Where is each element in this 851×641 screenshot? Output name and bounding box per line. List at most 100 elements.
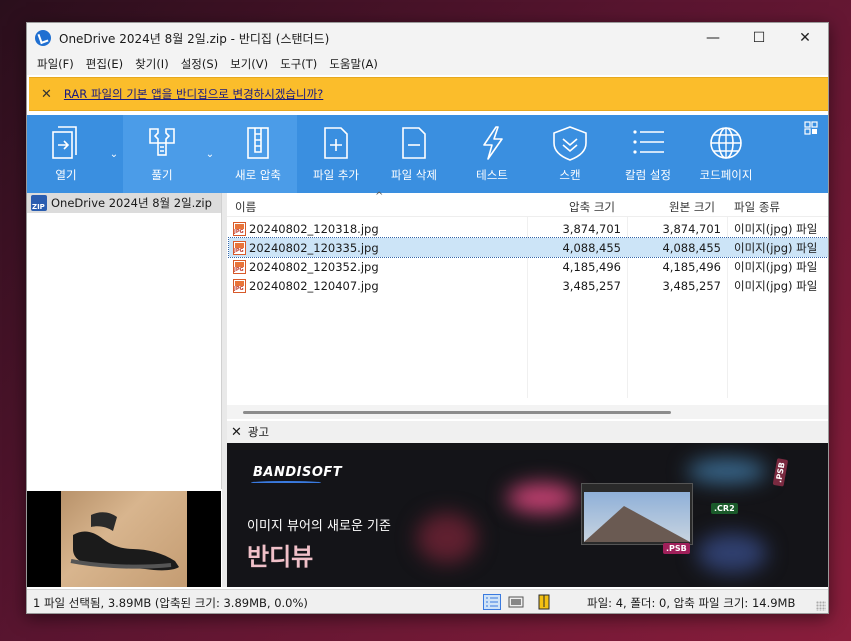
new-archive-button[interactable]: 새로 압축	[219, 115, 297, 193]
open-button[interactable]: 열기	[27, 115, 105, 193]
lightning-icon	[483, 126, 503, 160]
extract-label: 풀기	[151, 168, 173, 182]
codepage-button[interactable]: 코드페이지	[687, 115, 765, 193]
add-file-label: 파일 추가	[313, 168, 359, 182]
layout-grid-icon[interactable]	[804, 121, 818, 135]
file-type-cell: 이미지(jpg) 파일	[734, 259, 818, 274]
ad-close-icon[interactable]: ✕	[231, 425, 242, 440]
bandisoft-logo: BANDISOFT	[253, 465, 343, 480]
add-file-button[interactable]: 파일 추가	[297, 115, 375, 193]
file-list: ^ 이름 압축 크기 원본 크기 파일 종류 JPG 20240802_12031…	[227, 191, 828, 408]
test-label: 테스트	[476, 168, 508, 182]
maximize-button[interactable]: ☐	[736, 23, 782, 53]
jpg-file-icon: JPG	[233, 259, 246, 274]
open-icon	[52, 126, 77, 159]
ad-banner[interactable]: BANDISOFT 이미지 뷰어의 새로운 기준 반디뷰 .PSB .CR2 .…	[227, 443, 828, 587]
ad-header: ✕ 광고	[227, 421, 828, 443]
delete-file-button[interactable]: 파일 삭제	[375, 115, 453, 193]
file-list-header: ^ 이름 압축 크기 원본 크기 파일 종류	[227, 191, 828, 217]
test-button[interactable]: 테스트	[453, 115, 531, 193]
jpg-file-icon: JPG	[233, 278, 246, 293]
open-label: 열기	[55, 168, 77, 182]
file-name-cell: 20240802_120407.jpg	[249, 278, 379, 293]
table-row[interactable]: JPG 20240802_120352.jpg 4,185,496 4,185,496…	[229, 257, 828, 276]
menu-find[interactable]: 찾기(I)	[129, 56, 175, 72]
menu-settings[interactable]: 설정(S)	[175, 56, 224, 72]
ad-tagline: 이미지 뷰어의 새로운 기준	[247, 519, 391, 534]
menu-edit[interactable]: 편집(E)	[80, 56, 129, 72]
original-size-cell: 3,485,257	[662, 278, 721, 293]
notice-close-icon[interactable]: ✕	[41, 87, 52, 102]
column-settings-button[interactable]: 칼럼 설정	[609, 115, 687, 193]
file-name-cell: 20240802_120318.jpg	[249, 221, 379, 236]
delete-file-label: 파일 삭제	[391, 168, 437, 182]
preview-view-icon[interactable]	[507, 594, 525, 610]
column-header-file-type[interactable]: 파일 종류	[734, 199, 780, 215]
file-type-cell: 이미지(jpg) 파일	[734, 240, 818, 255]
file-type-cell: 이미지(jpg) 파일	[734, 221, 818, 236]
app-window: OneDrive 2024년 8월 2일.zip - 반디집 (스탠더드) — …	[26, 22, 829, 614]
menu-tools[interactable]: 도구(T)	[274, 56, 323, 72]
extract-dropdown-chevron-icon[interactable]: ⌄	[201, 115, 219, 193]
ad-decor-blur	[697, 533, 767, 573]
packed-size-cell: 4,088,455	[562, 240, 621, 255]
scan-button[interactable]: 스캔	[531, 115, 609, 193]
window-title: OneDrive 2024년 8월 2일.zip - 반디집 (스탠더드)	[59, 31, 330, 46]
shoe-photo-icon	[70, 512, 179, 571]
scan-label: 스캔	[559, 168, 581, 182]
ad-label: 광고	[247, 425, 270, 439]
extract-button[interactable]: 풀기	[123, 115, 201, 193]
table-row[interactable]: JPG 20240802_120335.jpg 4,088,455 4,088,455…	[228, 237, 828, 258]
globe-icon	[710, 127, 742, 159]
bandiview-screenshot	[581, 483, 693, 545]
jpg-file-icon: JPG	[233, 240, 246, 255]
menu-bar: 파일(F) 편집(E) 찾기(I) 설정(S) 보기(V) 도구(T) 도움말(…	[27, 53, 828, 75]
shield-icon	[553, 126, 587, 161]
archive-info-icon[interactable]	[535, 594, 553, 610]
selection-status: 1 파일 선택됨, 3.89MB (압축된 크기: 3.89MB, 0.0%)	[33, 596, 308, 610]
status-bar: 1 파일 선택됨, 3.89MB (압축된 크기: 3.89MB, 0.0%) …	[27, 589, 828, 613]
open-dropdown-chevron-icon[interactable]: ⌄	[105, 115, 123, 193]
file-name-cell: 20240802_120352.jpg	[249, 259, 379, 274]
column-header-packed-size[interactable]: 압축 크기	[569, 199, 615, 215]
table-row[interactable]: JPG 20240802_120407.jpg 3,485,257 3,485,257…	[229, 276, 828, 295]
table-row[interactable]: JPG 20240802_120318.jpg 3,874,701 3,874,701…	[229, 219, 828, 238]
jpg-file-icon: JPG	[233, 221, 246, 236]
minimize-button[interactable]: —	[690, 23, 736, 53]
logo-swoosh	[251, 481, 321, 484]
folder-tree: ZIP OneDrive 2024년 8월 2일.zip	[27, 193, 222, 489]
sort-ascending-icon: ^	[375, 191, 384, 202]
tree-item-archive-root[interactable]: ZIP OneDrive 2024년 8월 2일.zip	[27, 193, 221, 213]
title-bar[interactable]: OneDrive 2024년 8월 2일.zip - 반디집 (스탠더드) — …	[27, 23, 828, 53]
tree-item-label: OneDrive 2024년 8월 2일.zip	[51, 196, 212, 210]
menu-view[interactable]: 보기(V)	[224, 56, 274, 72]
image-preview	[27, 491, 221, 587]
notice-link[interactable]: RAR 파일의 기본 앱을 반디집으로 변경하시겠습니까?	[64, 86, 323, 102]
ad-product-name: 반디뷰	[247, 543, 314, 571]
file-name-cell: 20240802_120335.jpg	[249, 240, 379, 255]
ad-decor-blur	[507, 483, 577, 513]
original-size-cell: 3,874,701	[662, 221, 721, 236]
file-type-cell: 이미지(jpg) 파일	[734, 278, 818, 293]
default-app-notice: ✕ RAR 파일의 기본 앱을 반디집으로 변경하시겠습니까?	[29, 77, 828, 111]
archive-summary: 파일: 4, 폴더: 0, 압축 파일 크기: 14.9MB	[587, 596, 796, 610]
resize-grip[interactable]	[816, 601, 826, 611]
horizontal-scrollbar[interactable]	[227, 405, 828, 419]
column-header-original-size[interactable]: 원본 크기	[669, 199, 715, 215]
details-view-icon[interactable]	[483, 594, 501, 610]
menu-help[interactable]: 도움말(A)	[323, 56, 384, 72]
bandizip-app-icon	[35, 30, 51, 46]
psb-chip-top: .PSB	[772, 458, 789, 487]
menu-file[interactable]: 파일(F)	[31, 56, 80, 72]
delete-file-icon	[402, 127, 426, 159]
zip-file-icon: ZIP	[31, 195, 47, 211]
cr2-chip: .CR2	[711, 503, 738, 514]
packed-size-cell: 4,185,496	[562, 259, 621, 274]
original-size-cell: 4,088,455	[662, 240, 721, 255]
close-button[interactable]: ✕	[782, 23, 828, 53]
column-header-name[interactable]: 이름	[235, 199, 256, 215]
column-list-icon	[633, 130, 664, 154]
extract-icon	[149, 128, 175, 156]
scrollbar-thumb[interactable]	[243, 411, 671, 414]
packed-size-cell: 3,485,257	[562, 278, 621, 293]
